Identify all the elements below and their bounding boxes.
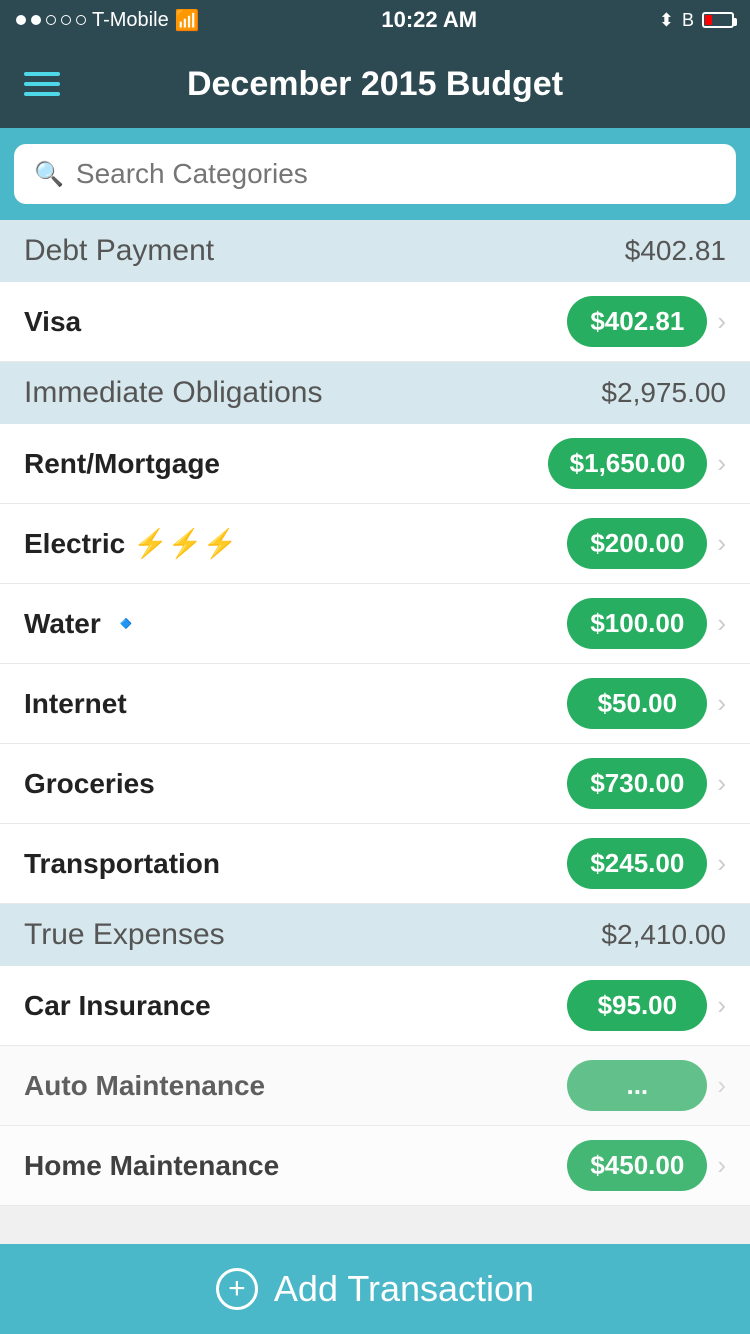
status-right: ⬍ B (659, 10, 734, 31)
chevron-icon-home-maintenance: › (717, 1150, 726, 1181)
group-header-debt: Debt Payment $402.81 (0, 220, 750, 282)
chevron-icon-transportation: › (717, 848, 726, 879)
list-item[interactable]: Home Maintenance $450.00 › (0, 1126, 750, 1206)
search-input[interactable] (76, 158, 716, 190)
chevron-icon-electric: › (717, 528, 726, 559)
item-right-groceries: $730.00 › (567, 758, 726, 809)
item-name-visa: Visa (24, 306, 81, 338)
group-title-true: True Expenses (24, 918, 225, 952)
status-time: 10:22 AM (381, 7, 477, 33)
item-right-transportation: $245.00 › (567, 838, 726, 889)
amount-badge-internet: $50.00 (567, 678, 707, 729)
status-left: T-Mobile 📶 (16, 8, 200, 33)
add-transaction-label: Add Transaction (274, 1268, 534, 1310)
chevron-icon-car-insurance: › (717, 990, 726, 1021)
amount-badge-electric: $200.00 (567, 518, 707, 569)
list-item[interactable]: Electric ⚡⚡⚡ $200.00 › (0, 504, 750, 584)
list-item[interactable]: Transportation $245.00 › (0, 824, 750, 904)
item-right-water: $100.00 › (567, 598, 726, 649)
hamburger-line-1 (24, 72, 60, 76)
dot-2 (31, 15, 41, 25)
item-name-electric: Electric ⚡⚡⚡ (24, 527, 238, 560)
chevron-icon-visa: › (717, 306, 726, 337)
chevron-icon-groceries: › (717, 768, 726, 799)
item-name-car-insurance: Car Insurance (24, 990, 211, 1022)
chevron-icon-internet: › (717, 688, 726, 719)
amount-badge-auto-maintenance: ... (567, 1060, 707, 1111)
group-total-true: $2,410.00 (601, 919, 726, 951)
group-title-debt: Debt Payment (24, 234, 214, 268)
status-bar: T-Mobile 📶 10:22 AM ⬍ B (0, 0, 750, 40)
item-right-rent: $1,650.00 › (548, 438, 726, 489)
search-container: 🔍 (0, 128, 750, 220)
dot-1 (16, 15, 26, 25)
item-right-car-insurance: $95.00 › (567, 980, 726, 1031)
chevron-icon-rent: › (717, 448, 726, 479)
hamburger-line-2 (24, 82, 60, 86)
carrier-label: T-Mobile (92, 9, 169, 32)
dot-5 (76, 15, 86, 25)
list-item[interactable]: Car Insurance $95.00 › (0, 966, 750, 1046)
group-total-debt: $402.81 (625, 235, 726, 267)
signal-dots (16, 15, 86, 25)
list-item[interactable]: Water 🔹 $100.00 › (0, 584, 750, 664)
group-header-true: True Expenses $2,410.00 (0, 904, 750, 966)
amount-badge-transportation: $245.00 (567, 838, 707, 889)
amount-badge-rent: $1,650.00 (548, 438, 708, 489)
item-name-auto-maintenance: Auto Maintenance (24, 1070, 265, 1102)
dot-4 (61, 15, 71, 25)
item-name-groceries: Groceries (24, 768, 155, 800)
list-item[interactable]: Rent/Mortgage $1,650.00 › (0, 424, 750, 504)
search-icon: 🔍 (34, 160, 64, 189)
menu-button[interactable] (24, 72, 60, 96)
hamburger-line-3 (24, 92, 60, 96)
item-right-internet: $50.00 › (567, 678, 726, 729)
list-item[interactable]: Groceries $730.00 › (0, 744, 750, 824)
amount-badge-home-maintenance: $450.00 (567, 1140, 707, 1191)
item-name-transportation: Transportation (24, 848, 220, 880)
add-icon: + (216, 1268, 258, 1310)
list-item[interactable]: Auto Maintenance ... › (0, 1046, 750, 1126)
list-item[interactable]: Visa $402.81 › (0, 282, 750, 362)
add-transaction-button[interactable]: + Add Transaction (0, 1244, 750, 1334)
group-header-immediate: Immediate Obligations $2,975.00 (0, 362, 750, 424)
group-total-immediate: $2,975.00 (601, 377, 726, 409)
chevron-icon-water: › (717, 608, 726, 639)
group-title-immediate: Immediate Obligations (24, 376, 322, 410)
list-item[interactable]: Internet $50.00 › (0, 664, 750, 744)
location-icon: ⬍ (659, 10, 674, 31)
amount-badge-car-insurance: $95.00 (567, 980, 707, 1031)
amount-badge-visa: $402.81 (567, 296, 707, 347)
item-name-water: Water 🔹 (24, 607, 143, 640)
amount-badge-water: $100.00 (567, 598, 707, 649)
page-title: December 2015 Budget (187, 65, 563, 104)
amount-badge-groceries: $730.00 (567, 758, 707, 809)
item-name-home-maintenance: Home Maintenance (24, 1150, 279, 1182)
chevron-icon-auto-maintenance: › (717, 1070, 726, 1101)
item-right-visa: $402.81 › (567, 296, 726, 347)
item-right-home-maintenance: $450.00 › (567, 1140, 726, 1191)
bluetooth-icon: B (682, 10, 694, 31)
item-name-rent: Rent/Mortgage (24, 448, 220, 480)
nav-bar: December 2015 Budget (0, 40, 750, 128)
dot-3 (46, 15, 56, 25)
item-right-electric: $200.00 › (567, 518, 726, 569)
wifi-icon: 📶 (175, 8, 200, 33)
search-wrapper: 🔍 (14, 144, 736, 204)
item-name-internet: Internet (24, 688, 127, 720)
item-right-auto-maintenance: ... › (567, 1060, 726, 1111)
plus-icon: + (228, 1272, 246, 1306)
battery-icon (702, 12, 734, 28)
